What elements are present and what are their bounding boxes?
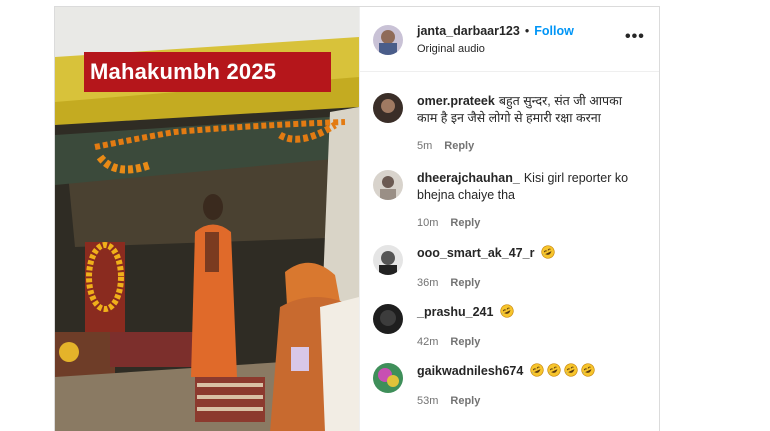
- rofl-emoji-icon: [547, 363, 561, 377]
- comment-meta: 36m Reply: [417, 277, 480, 289]
- commenter-avatar[interactable]: [373, 93, 403, 123]
- post-side-panel: janta_darbaar123 • Follow Original audio •…: [359, 7, 659, 431]
- post-video[interactable]: Mahakumbh 2025: [55, 7, 359, 431]
- comment-meta: 5m Reply: [417, 140, 474, 152]
- commenter-avatar[interactable]: [373, 170, 403, 200]
- comment-meta: 42m Reply: [417, 336, 480, 348]
- video-headline-caption: Mahakumbh 2025: [84, 52, 331, 92]
- rofl-emoji-icon: [530, 363, 544, 377]
- comment-meta: 10m Reply: [417, 217, 480, 229]
- rofl-emoji-icon: [538, 245, 556, 260]
- comment-text: dheerajchauhan_ Kisi girl reporter ko bhe…: [417, 170, 645, 204]
- comment-time: 42m: [417, 336, 439, 348]
- comment-username[interactable]: ooo_smart_ak_47_r: [417, 246, 534, 260]
- audio-label[interactable]: Original audio: [417, 43, 485, 55]
- comment-text: ooo_smart_ak_47_r: [417, 245, 645, 262]
- separator-dot: •: [524, 24, 530, 38]
- comment-text: omer.prateek बहुत सुन्दर, संत जी आपका काम…: [417, 93, 645, 127]
- comment-username[interactable]: omer.prateek: [417, 94, 495, 108]
- author-username[interactable]: janta_darbaar123: [417, 24, 520, 38]
- rofl-emoji-icon: [581, 363, 595, 377]
- rofl-emoji-icon: [500, 304, 515, 318]
- comment-time: 5m: [417, 140, 433, 152]
- comment-username[interactable]: dheerajchauhan_: [417, 171, 520, 185]
- reply-button[interactable]: Reply: [450, 277, 480, 289]
- instagram-post: Mahakumbh 2025 janta_darbaar123 • Follow O…: [54, 6, 660, 431]
- rofl-emoji-icon: [564, 363, 578, 377]
- comment-username[interactable]: gaikwadnilesh674: [417, 364, 523, 378]
- comment-meta: 53m Reply: [417, 395, 480, 407]
- more-options-icon[interactable]: •••: [625, 29, 644, 45]
- commenter-avatar[interactable]: [373, 304, 403, 334]
- comment-text: _prashu_241: [417, 304, 645, 321]
- rofl-emoji-icon: [497, 304, 515, 319]
- comment-time: 10m: [417, 217, 439, 229]
- reply-button[interactable]: Reply: [450, 336, 480, 348]
- post-header: janta_darbaar123 • Follow Original audio •…: [360, 7, 659, 72]
- reply-button[interactable]: Reply: [450, 217, 480, 229]
- comment-time: 36m: [417, 277, 439, 289]
- comment-time: 53m: [417, 395, 439, 407]
- author-avatar[interactable]: [373, 25, 403, 55]
- comment-text: gaikwadnilesh674: [417, 363, 645, 380]
- rofl-emoji-icon: [541, 245, 556, 259]
- author-line: janta_darbaar123 • Follow: [417, 24, 574, 38]
- reply-button[interactable]: Reply: [444, 140, 474, 152]
- follow-button[interactable]: Follow: [534, 24, 574, 38]
- reply-button[interactable]: Reply: [450, 395, 480, 407]
- rofl-emoji-icon: [527, 363, 595, 378]
- commenter-avatar[interactable]: [373, 245, 403, 275]
- comment-username[interactable]: _prashu_241: [417, 305, 493, 319]
- commenter-avatar[interactable]: [373, 363, 403, 393]
